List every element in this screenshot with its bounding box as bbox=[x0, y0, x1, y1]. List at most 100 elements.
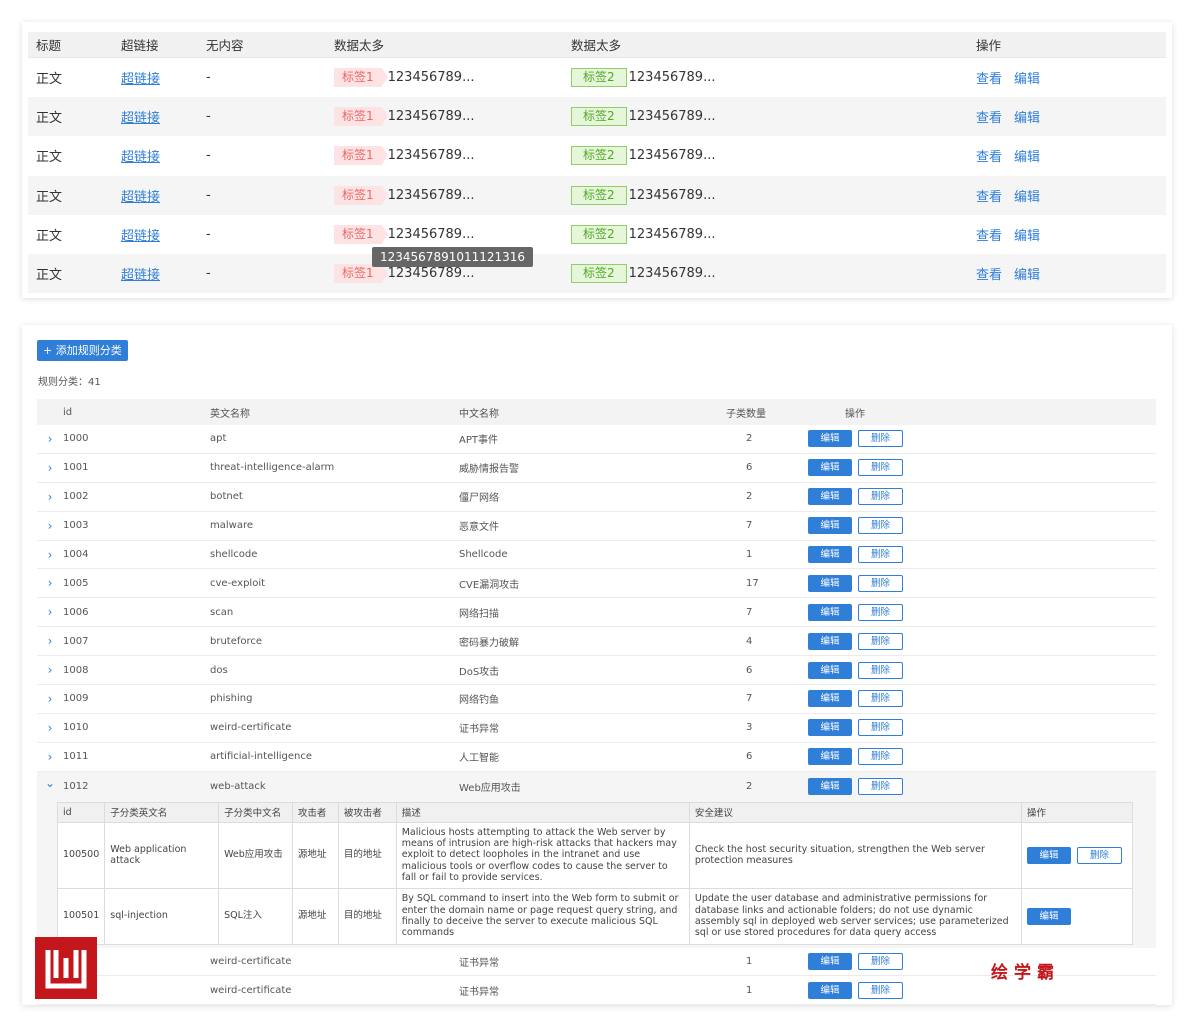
hyperlink[interactable]: 超链接 bbox=[121, 229, 160, 244]
sub-cell-en: sql-injection bbox=[104, 887, 220, 945]
edit-button[interactable]: 编辑 bbox=[808, 459, 852, 477]
edit-button[interactable]: 编辑 bbox=[808, 981, 852, 999]
sub-cell-victim: 目的地址 bbox=[337, 887, 397, 945]
add-rule-category-button[interactable]: + 添加规则分类 bbox=[37, 340, 128, 361]
edit-link[interactable]: 编辑 bbox=[1014, 146, 1040, 165]
sub-category-table: id 子分类英文名 子分类中文名 攻击者 被攻击者 描述 安全建议 操作 100500 Web a… bbox=[56, 801, 1134, 945]
delete-button[interactable]: 删除 bbox=[858, 459, 903, 477]
edit-button[interactable]: 编辑 bbox=[808, 632, 852, 650]
expand-row-icon[interactable]: › bbox=[37, 576, 63, 590]
cell-id: 1010 bbox=[63, 722, 89, 734]
view-link[interactable]: 查看 bbox=[976, 186, 1002, 205]
sub-header-cell: 攻击者 bbox=[291, 801, 339, 823]
cell-cn-name: APT事件 bbox=[459, 435, 498, 447]
cell-text-1: 123456789... bbox=[387, 70, 475, 86]
cell-text-2: 123456789... bbox=[628, 148, 716, 164]
edit-button[interactable]: 编辑 bbox=[1026, 846, 1071, 864]
cell-id: 1001 bbox=[63, 462, 89, 474]
cell-en-name: phishing bbox=[210, 693, 253, 705]
view-link[interactable]: 查看 bbox=[976, 146, 1002, 165]
table-row: › 1009 phishing 网络钓鱼 7 编辑 删除 bbox=[37, 685, 1156, 714]
hyperlink[interactable]: 超链接 bbox=[121, 190, 160, 205]
edit-button[interactable]: 编辑 bbox=[808, 574, 852, 592]
cell-cn-name: Shellcode bbox=[459, 549, 508, 560]
cell-sub-count: 2 bbox=[746, 780, 753, 792]
edit-button[interactable]: 编辑 bbox=[808, 661, 852, 679]
edit-link[interactable]: 编辑 bbox=[1014, 68, 1040, 87]
delete-button[interactable]: 删除 bbox=[858, 719, 903, 737]
cell-en-name: dos bbox=[210, 664, 228, 676]
delete-button[interactable]: 删除 bbox=[858, 546, 903, 563]
delete-button[interactable]: 删除 bbox=[858, 952, 903, 970]
delete-button[interactable]: 删除 bbox=[858, 748, 903, 766]
expand-row-icon[interactable]: › bbox=[37, 750, 63, 764]
expand-row-icon[interactable]: › bbox=[37, 548, 63, 562]
view-link[interactable]: 查看 bbox=[976, 264, 1002, 283]
delete-button[interactable]: 删除 bbox=[858, 632, 903, 650]
delete-button[interactable]: 删除 bbox=[1076, 846, 1122, 864]
delete-button[interactable]: 删除 bbox=[858, 690, 903, 708]
edit-button[interactable]: 编辑 bbox=[808, 748, 852, 766]
edit-button[interactable]: 编辑 bbox=[808, 777, 852, 795]
view-link[interactable]: 查看 bbox=[976, 107, 1002, 126]
cell-id: 1002 bbox=[63, 491, 89, 503]
cell-sub-count: 6 bbox=[746, 664, 753, 676]
delete-button[interactable]: 删除 bbox=[858, 981, 903, 999]
edit-button[interactable]: 编辑 bbox=[1026, 907, 1071, 925]
delete-button[interactable]: 删除 bbox=[858, 777, 903, 795]
view-link[interactable]: 查看 bbox=[976, 68, 1002, 87]
edit-link[interactable]: 编辑 bbox=[1014, 225, 1040, 244]
table-row: 正文 超链接 - 标签1 123456789... 标签2 123456789... 查看 编辑 bbox=[28, 136, 1166, 175]
cell-sub-count: 17 bbox=[746, 577, 759, 589]
expand-row-icon[interactable]: › bbox=[37, 432, 63, 446]
sub-header-cell: id bbox=[56, 801, 106, 823]
hyperlink[interactable]: 超链接 bbox=[121, 72, 160, 87]
tag-1: 标签1 bbox=[334, 185, 388, 205]
cell-empty: - bbox=[206, 109, 211, 125]
edit-button[interactable]: 编辑 bbox=[808, 517, 852, 535]
tag-1: 标签1 bbox=[334, 107, 388, 127]
expand-row-icon[interactable]: › bbox=[37, 721, 63, 735]
table-row: › 1011 artificial-intelligence 人工智能 6 编辑 删除 bbox=[37, 743, 1156, 772]
hyperlink[interactable]: 超链接 bbox=[121, 111, 160, 126]
edit-button[interactable]: 编辑 bbox=[808, 690, 852, 708]
data-table-panel: 标题 超链接 无内容 数据太多 数据太多 操作 正文 超链接 - 标签1 1234567… bbox=[22, 22, 1172, 298]
watermark-brand: 绘学霸 bbox=[991, 963, 1060, 983]
delete-button[interactable]: 删除 bbox=[858, 488, 903, 506]
expand-row-icon[interactable]: › bbox=[37, 605, 63, 619]
cell-sub-count: 7 bbox=[746, 520, 753, 532]
expand-row-icon[interactable]: › bbox=[37, 490, 63, 504]
cell-cn-name: DoS攻击 bbox=[459, 666, 500, 678]
expand-row-icon[interactable]: › bbox=[37, 634, 63, 648]
edit-button[interactable]: 编辑 bbox=[808, 430, 852, 448]
tooltip: 1234567891011121316 bbox=[372, 247, 534, 267]
edit-link[interactable]: 编辑 bbox=[1014, 107, 1040, 126]
delete-button[interactable]: 删除 bbox=[858, 430, 903, 448]
edit-button[interactable]: 编辑 bbox=[808, 719, 852, 737]
edit-button[interactable]: 编辑 bbox=[808, 546, 852, 563]
hyperlink[interactable]: 超链接 bbox=[121, 150, 160, 165]
edit-button[interactable]: 编辑 bbox=[808, 603, 852, 621]
cell-id: 1008 bbox=[63, 664, 89, 676]
edit-button[interactable]: 编辑 bbox=[808, 488, 852, 506]
view-link[interactable]: 查看 bbox=[976, 225, 1002, 244]
logo-icon bbox=[45, 950, 87, 989]
sub-cell-id: 100500 bbox=[56, 821, 106, 889]
expand-row-icon[interactable]: › bbox=[37, 692, 63, 706]
delete-button[interactable]: 删除 bbox=[858, 603, 903, 621]
delete-button[interactable]: 删除 bbox=[858, 517, 903, 535]
expand-row-icon[interactable]: › bbox=[37, 519, 63, 533]
delete-button[interactable]: 删除 bbox=[858, 661, 903, 679]
cell-en-name: weird-certificate bbox=[210, 984, 292, 996]
expand-row-icon[interactable]: › bbox=[37, 663, 63, 677]
edit-button[interactable]: 编辑 bbox=[808, 952, 852, 970]
cell-empty: - bbox=[206, 70, 211, 86]
delete-button[interactable]: 删除 bbox=[858, 574, 903, 592]
edit-link[interactable]: 编辑 bbox=[1014, 186, 1040, 205]
collapse-row-icon[interactable]: ⌄ bbox=[37, 776, 63, 790]
cell-cn-name: 恶意文件 bbox=[459, 522, 499, 534]
hyperlink[interactable]: 超链接 bbox=[121, 268, 160, 283]
expand-row-icon[interactable]: › bbox=[37, 461, 63, 475]
cell-text-2: 123456789... bbox=[628, 70, 716, 86]
edit-link[interactable]: 编辑 bbox=[1014, 264, 1040, 283]
